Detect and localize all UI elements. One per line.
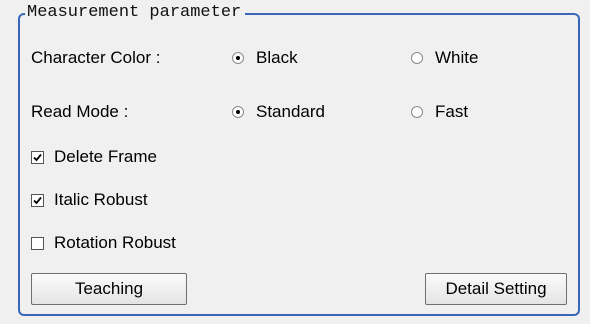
checkbox-delete-frame[interactable]: Delete Frame (31, 147, 157, 167)
group-title: Measurement parameter (25, 3, 246, 23)
radio-standard-label: Standard (256, 102, 325, 121)
italic-robust-checkbox[interactable] (31, 193, 44, 207)
radio-character-color-white[interactable]: White (411, 48, 478, 68)
delete-frame-label: Delete Frame (54, 147, 157, 166)
read-mode-label: Read Mode : (31, 102, 129, 121)
checkbox-rotation-robust[interactable]: Rotation Robust (31, 233, 176, 253)
radio-black-label: Black (256, 48, 298, 67)
radio-standard-indicator[interactable] (232, 106, 244, 118)
check-mark-icon (33, 153, 42, 161)
delete-frame-checkbox[interactable] (31, 150, 44, 164)
check-mark-icon (33, 196, 42, 204)
rotation-robust-checkbox[interactable] (31, 236, 44, 250)
radio-read-mode-standard[interactable]: Standard (232, 102, 325, 122)
italic-robust-label: Italic Robust (54, 190, 148, 209)
radio-white-indicator[interactable] (411, 52, 423, 64)
teaching-button[interactable]: Teaching (31, 273, 187, 305)
rotation-robust-label: Rotation Robust (54, 233, 176, 252)
radio-fast-label: Fast (435, 102, 469, 121)
checkbox-italic-robust[interactable]: Italic Robust (31, 190, 148, 210)
radio-black-indicator[interactable] (232, 52, 244, 64)
radio-fast-indicator[interactable] (411, 106, 423, 118)
measurement-parameter-panel: Measurement parameter Character Color : … (0, 0, 590, 324)
radio-read-mode-fast[interactable]: Fast (411, 102, 468, 122)
radio-white-label: White (435, 48, 479, 67)
character-color-label: Character Color : (31, 48, 161, 67)
detail-setting-button[interactable]: Detail Setting (425, 273, 567, 305)
radio-character-color-black[interactable]: Black (232, 48, 298, 68)
